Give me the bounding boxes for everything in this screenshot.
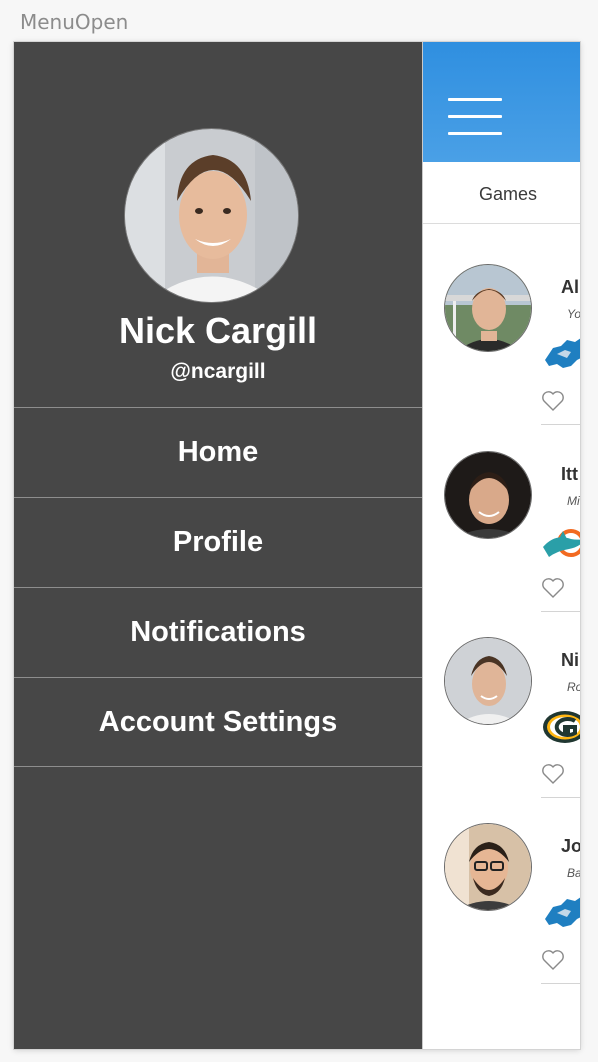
feed-user-name: Al xyxy=(561,277,579,297)
menu-item-label: Notifications xyxy=(130,616,306,648)
divider xyxy=(541,983,580,984)
menu-item-notifications[interactable]: Notifications xyxy=(14,587,422,677)
hamburger-menu-icon[interactable] xyxy=(448,98,502,135)
packers-logo-icon xyxy=(541,703,580,751)
menu-item-label: Profile xyxy=(172,526,264,558)
lions-logo-icon xyxy=(541,330,580,378)
side-menu: Nick Cargill @ncargill Home Profile Noti… xyxy=(14,42,422,1049)
menu-item-home[interactable]: Home xyxy=(14,407,422,497)
phone-screen: Games Al Yo Itt Mi Ni R Jo B Nick Cargil… xyxy=(14,42,580,1049)
avatar[interactable] xyxy=(444,823,532,911)
menu-item-label: Account Settings xyxy=(98,706,338,738)
heart-icon[interactable] xyxy=(541,577,565,599)
feed-user-name: Ni xyxy=(561,650,579,670)
feed-item[interactable]: Itt Mi xyxy=(423,451,580,637)
avatar[interactable] xyxy=(444,451,532,539)
profile-name: Nick Cargill xyxy=(118,310,318,351)
profile-handle: @ncargill xyxy=(170,360,266,383)
heart-icon[interactable] xyxy=(541,949,565,971)
avatar[interactable] xyxy=(444,637,532,725)
tab-bar: Games xyxy=(423,162,580,224)
feed-user-name: Itt xyxy=(561,464,578,484)
avatar[interactable] xyxy=(444,264,532,352)
divider xyxy=(541,797,580,798)
feed-item[interactable]: Ni Ro xyxy=(423,637,580,823)
feed-subtitle: Mi xyxy=(567,494,580,508)
heart-icon[interactable] xyxy=(541,390,565,412)
top-bar xyxy=(423,42,580,162)
feed-subtitle: Yo xyxy=(567,307,580,321)
menu-item-label: Home xyxy=(177,436,259,468)
heart-icon[interactable] xyxy=(541,763,565,785)
feed-user-name: Jo xyxy=(561,836,580,856)
divider xyxy=(541,611,580,612)
feed-subtitle: Ro xyxy=(567,680,580,694)
profile-avatar[interactable] xyxy=(124,128,299,303)
menu-item-account-settings[interactable]: Account Settings xyxy=(14,677,422,767)
feed-item[interactable]: Al Yo xyxy=(423,264,580,450)
divider xyxy=(14,766,422,767)
tab-games[interactable]: Games xyxy=(479,184,537,205)
feed-item[interactable]: Jo Ba xyxy=(423,823,580,1009)
dolphins-logo-icon xyxy=(541,517,580,565)
main-content: Games Al Yo Itt Mi Ni R Jo B xyxy=(422,42,580,1049)
menu-item-profile[interactable]: Profile xyxy=(14,497,422,587)
lions-logo-icon xyxy=(541,889,580,937)
artboard-label: MenuOpen xyxy=(20,10,129,34)
divider xyxy=(541,424,580,425)
feed-subtitle: Ba xyxy=(567,866,580,880)
